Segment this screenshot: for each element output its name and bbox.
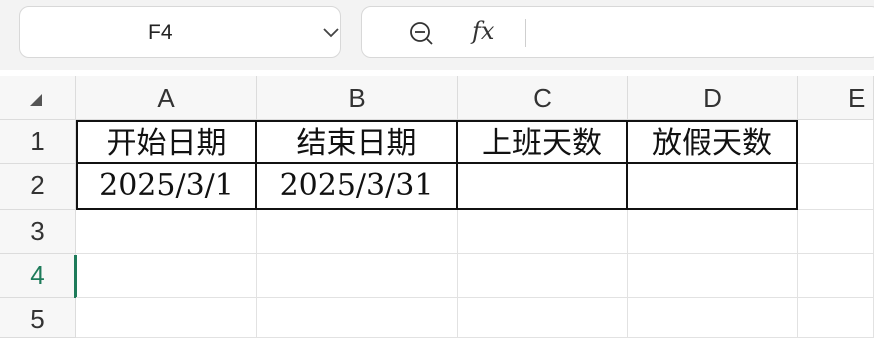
row-header-3[interactable]: 3 bbox=[0, 210, 76, 254]
fx-icon[interactable]: fx bbox=[472, 17, 494, 45]
cell-d2[interactable] bbox=[626, 162, 798, 210]
cell-c5[interactable] bbox=[458, 298, 628, 338]
column-header-b[interactable]: B bbox=[257, 76, 458, 120]
cell-c1[interactable]: 上班天数 bbox=[456, 120, 628, 164]
cell-c2[interactable] bbox=[456, 162, 628, 210]
cell-d4[interactable] bbox=[628, 254, 798, 298]
row-header-1[interactable]: 1 bbox=[0, 120, 76, 164]
cell-c3[interactable] bbox=[458, 210, 628, 254]
row-header-4[interactable]: 4 bbox=[0, 254, 76, 298]
cell-b5[interactable] bbox=[257, 298, 458, 338]
column-header-c[interactable]: C bbox=[458, 76, 628, 120]
cell-a3[interactable] bbox=[76, 210, 257, 254]
cell-b3[interactable] bbox=[257, 210, 458, 254]
cell-a5[interactable] bbox=[76, 298, 257, 338]
cell-e5[interactable] bbox=[798, 298, 874, 338]
spreadsheet-grid: A B C D E 1 2 3 4 5 开始日期 结束日期 上班天数 放假天数 … bbox=[0, 76, 874, 338]
chevron-down-icon[interactable] bbox=[322, 25, 340, 39]
row-header-2[interactable]: 2 bbox=[0, 164, 76, 210]
column-header-a[interactable]: A bbox=[76, 76, 257, 120]
cell-d3[interactable] bbox=[628, 210, 798, 254]
cell-e1[interactable] bbox=[798, 120, 874, 164]
cell-a2[interactable]: 2025/3/1 bbox=[76, 162, 257, 210]
cell-e3[interactable] bbox=[798, 210, 874, 254]
cell-e4[interactable] bbox=[798, 254, 874, 298]
cell-d5[interactable] bbox=[628, 298, 798, 338]
name-box[interactable]: F4 bbox=[19, 6, 341, 58]
cell-b1[interactable]: 结束日期 bbox=[255, 120, 458, 164]
cell-c4[interactable] bbox=[458, 254, 628, 298]
cell-b4[interactable] bbox=[257, 254, 458, 298]
cell-a1[interactable]: 开始日期 bbox=[76, 120, 257, 164]
cell-d1[interactable]: 放假天数 bbox=[626, 120, 798, 164]
formula-separator bbox=[525, 19, 526, 47]
formula-bar[interactable]: fx bbox=[361, 6, 874, 58]
cell-a4[interactable] bbox=[76, 254, 257, 298]
column-header-d[interactable]: D bbox=[628, 76, 798, 120]
name-box-value: F4 bbox=[148, 21, 173, 44]
select-all-triangle-icon bbox=[30, 94, 42, 106]
cell-e2[interactable] bbox=[798, 164, 874, 210]
select-all-corner[interactable] bbox=[0, 76, 76, 120]
cell-b2[interactable]: 2025/3/31 bbox=[255, 162, 458, 210]
row-header-5[interactable]: 5 bbox=[0, 298, 76, 338]
column-header-e[interactable]: E bbox=[798, 76, 874, 120]
formula-toolbar: F4 fx bbox=[0, 0, 874, 70]
zoom-out-icon[interactable] bbox=[408, 20, 434, 46]
